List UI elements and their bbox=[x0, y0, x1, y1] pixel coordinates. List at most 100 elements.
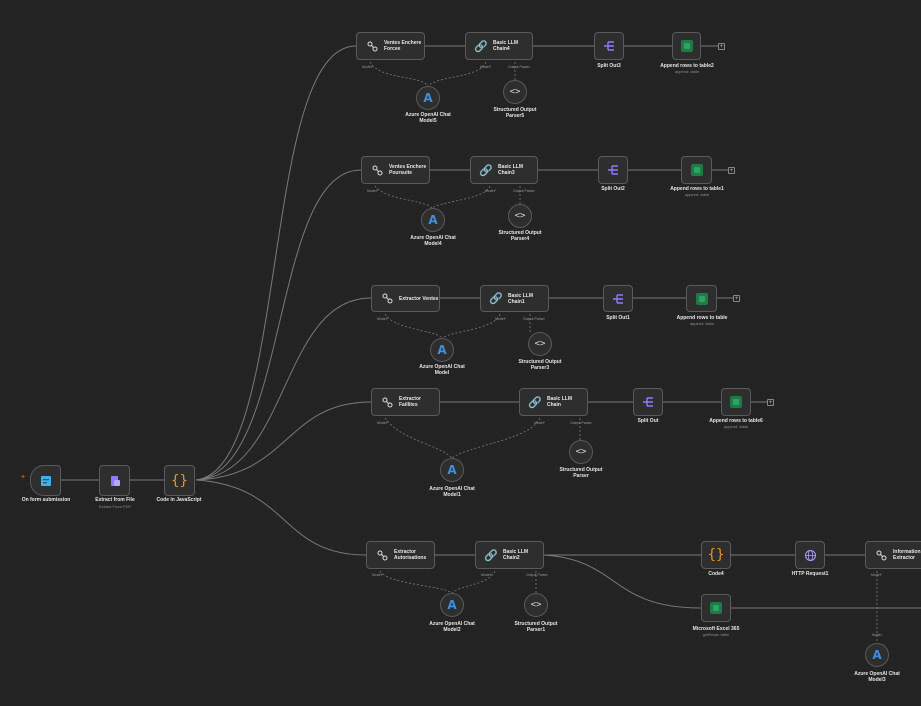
port-label: Output Parser bbox=[570, 421, 592, 425]
extractor-node-row3[interactable]: Extractor Ventes bbox=[371, 285, 440, 312]
add-node-button[interactable]: + bbox=[733, 295, 740, 302]
extractor-node-row4[interactable]: Extractor Faillites bbox=[371, 388, 440, 416]
chain-title: Basic LLM Chain2 bbox=[503, 549, 529, 561]
azure-model-label: Azure OpenAI Chat Model4 bbox=[410, 235, 456, 247]
http-request-node[interactable] bbox=[795, 541, 825, 569]
extractor-node-row1[interactable]: Ventes Enchere Forcee bbox=[356, 32, 425, 60]
azure-model-node[interactable]: A bbox=[416, 86, 440, 110]
wire bbox=[451, 417, 541, 459]
excel365-node[interactable] bbox=[701, 594, 731, 622]
extract-from-file-node[interactable] bbox=[99, 465, 130, 496]
port-label: Model* bbox=[377, 317, 388, 321]
information-extractor-title: Information Extractor bbox=[893, 549, 921, 561]
file-extract-icon bbox=[107, 473, 123, 489]
parser-node[interactable]: <> bbox=[528, 332, 552, 356]
extractor-icon bbox=[381, 396, 393, 408]
port-label: Model* bbox=[495, 317, 506, 321]
azure-model-node[interactable]: A bbox=[421, 208, 445, 232]
chain-node-row2[interactable]: 🔗 Basic LLM Chain3 bbox=[470, 156, 538, 184]
append-sub: append: table bbox=[674, 69, 700, 74]
form-trigger-node[interactable] bbox=[30, 465, 61, 496]
azure-icon: A bbox=[428, 213, 438, 227]
azure-model-node[interactable]: A bbox=[440, 458, 464, 482]
port-label: Model* bbox=[377, 421, 388, 425]
azure-icon: A bbox=[437, 343, 447, 357]
append-node-row1[interactable] bbox=[672, 32, 701, 60]
azure-model-label: Azure OpenAI Chat Model2 bbox=[429, 621, 475, 633]
chain-node-row5[interactable]: 🔗 Basic LLM Chain2 bbox=[475, 541, 544, 569]
information-extractor-node[interactable]: Information Extractor bbox=[865, 541, 921, 569]
chain-node-row1[interactable]: 🔗 Basic LLM Chain4 bbox=[465, 32, 533, 60]
azure-icon: A bbox=[872, 648, 882, 662]
brackets-icon: <> bbox=[530, 600, 542, 610]
excel-icon bbox=[708, 600, 724, 616]
wire bbox=[195, 169, 362, 481]
code-javascript-label: Code in JavaScript bbox=[156, 497, 202, 503]
port-label: Model* bbox=[367, 189, 378, 193]
add-node-button[interactable]: + bbox=[767, 399, 774, 406]
parser-node[interactable]: <> bbox=[569, 440, 593, 464]
parser-node[interactable]: <> bbox=[508, 204, 532, 228]
excel-icon bbox=[689, 162, 705, 178]
extractor-node-row2[interactable]: Ventes Enchere Poursuite bbox=[361, 156, 430, 184]
workflow-canvas[interactable]: + On form submission Extract from File E… bbox=[0, 0, 921, 706]
append-node-row4[interactable] bbox=[721, 388, 751, 416]
brackets-icon: <> bbox=[575, 447, 587, 457]
chain-title: Basic LLM Chain1 bbox=[508, 292, 534, 305]
append-node-row2[interactable] bbox=[681, 156, 712, 184]
wire bbox=[374, 185, 433, 209]
extractor-title: Extractor Ventes bbox=[399, 295, 439, 302]
link-icon: 🔗 bbox=[479, 164, 493, 177]
brackets-icon: <> bbox=[514, 211, 526, 221]
split-label: Split Out bbox=[637, 418, 659, 424]
add-node-button[interactable]: + bbox=[728, 167, 735, 174]
azure-icon: A bbox=[423, 91, 433, 105]
split-node-row4[interactable] bbox=[633, 388, 663, 416]
port-label: Model* bbox=[372, 573, 383, 577]
parser-node[interactable]: <> bbox=[524, 593, 548, 617]
link-icon: 🔗 bbox=[484, 549, 498, 562]
parser-node[interactable]: <> bbox=[503, 80, 527, 104]
split-node-row1[interactable] bbox=[594, 32, 624, 60]
excel-icon bbox=[728, 394, 744, 410]
extractor-icon bbox=[371, 164, 383, 176]
wire bbox=[195, 297, 372, 481]
azure-icon: A bbox=[447, 463, 457, 477]
parser-label: Structured Output Parser4 bbox=[498, 230, 542, 242]
form-icon bbox=[38, 473, 54, 489]
azure-model-label: Azure OpenAI Chat Model5 bbox=[405, 112, 451, 124]
extractor-icon bbox=[875, 549, 887, 561]
wire bbox=[441, 313, 501, 339]
port-label: Model* bbox=[480, 65, 491, 69]
parser-label: Structured Output Parser bbox=[559, 467, 603, 479]
append-sub: append: table bbox=[723, 424, 749, 429]
code4-node[interactable]: {} bbox=[701, 541, 731, 569]
braces-icon: {} bbox=[707, 547, 725, 563]
split-icon bbox=[640, 394, 656, 410]
code-javascript-node[interactable]: {} bbox=[164, 465, 195, 496]
add-node-button[interactable]: + bbox=[718, 43, 725, 50]
split-icon bbox=[605, 162, 621, 178]
trigger-bolt: + bbox=[21, 474, 26, 481]
port-label: Model* bbox=[481, 573, 492, 577]
split-icon bbox=[610, 291, 626, 307]
brackets-icon: <> bbox=[534, 339, 546, 349]
port-label: Output Parser bbox=[513, 189, 535, 193]
excel-icon bbox=[679, 38, 695, 54]
wire bbox=[379, 570, 453, 594]
append-node-row3[interactable] bbox=[686, 285, 717, 312]
azure-icon: A bbox=[447, 598, 457, 612]
azure-model-label: Azure OpenAI Chat Model1 bbox=[429, 486, 475, 498]
azure-model-node[interactable]: A bbox=[865, 643, 889, 667]
append-sub: append: table bbox=[684, 192, 710, 197]
extractor-node-row5[interactable]: Extractor Autorisations bbox=[366, 541, 435, 569]
split-label: Split Out2 bbox=[601, 186, 625, 192]
azure-model-node[interactable]: A bbox=[430, 338, 454, 362]
chain-node-row3[interactable]: 🔗 Basic LLM Chain1 bbox=[480, 285, 549, 312]
azure-model-node[interactable]: A bbox=[440, 593, 464, 617]
split-node-row3[interactable] bbox=[603, 285, 633, 312]
chain-node-row4[interactable]: 🔗 Basic LLM Chain bbox=[519, 388, 588, 416]
split-node-row2[interactable] bbox=[598, 156, 628, 184]
wire bbox=[543, 554, 702, 609]
port-label: Output Parser bbox=[508, 65, 530, 69]
